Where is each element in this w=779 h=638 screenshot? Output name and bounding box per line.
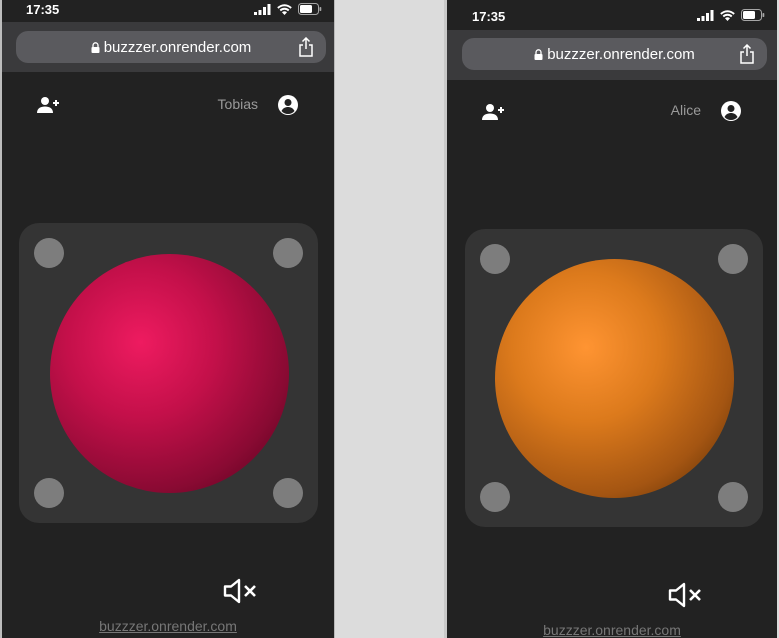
share-icon[interactable] xyxy=(739,43,755,68)
battery-icon xyxy=(298,3,322,18)
status-icons xyxy=(697,9,765,24)
wifi-icon xyxy=(720,9,735,24)
browser-chrome: buzzzer.onrender.com xyxy=(447,30,777,80)
address-bar[interactable]: buzzzer.onrender.com xyxy=(462,38,767,70)
panel-screw xyxy=(273,238,303,268)
browser-chrome: buzzzer.onrender.com xyxy=(2,22,334,72)
volume-off-icon[interactable] xyxy=(667,582,705,613)
phone-screen-tobias: 17:35 buzzzer.onrender.com Tobias buzzze… xyxy=(2,0,334,638)
status-time: 17:35 xyxy=(472,9,506,24)
app-header: Alice xyxy=(447,94,777,128)
url-text: buzzzer.onrender.com xyxy=(547,45,695,63)
panel-screw xyxy=(273,478,303,508)
buzzer-button[interactable] xyxy=(50,254,289,493)
phone-screen-alice: 17:35 buzzzer.onrender.com Alice buzzzer… xyxy=(447,0,777,638)
address-bar[interactable]: buzzzer.onrender.com xyxy=(16,31,326,63)
wifi-icon xyxy=(277,3,292,18)
account-circle-icon[interactable] xyxy=(276,93,300,122)
buzzer-button[interactable] xyxy=(495,259,734,498)
battery-icon xyxy=(741,9,765,24)
footer-link[interactable]: buzzzer.onrender.com xyxy=(2,618,334,634)
add-user-icon[interactable] xyxy=(36,93,60,122)
panel-screw xyxy=(718,482,748,512)
status-bar: 17:35 xyxy=(447,0,777,26)
panel-screw xyxy=(480,482,510,512)
panel-screw xyxy=(34,238,64,268)
panel-screw xyxy=(480,244,510,274)
share-icon[interactable] xyxy=(298,36,314,61)
buzzer-panel xyxy=(19,223,318,523)
status-icons xyxy=(254,3,322,18)
panel-screw xyxy=(718,244,748,274)
window-divider xyxy=(334,0,335,638)
footer-link[interactable]: buzzzer.onrender.com xyxy=(447,622,777,638)
signal-icon xyxy=(697,9,714,24)
account-circle-icon[interactable] xyxy=(719,99,743,128)
signal-icon xyxy=(254,3,271,18)
add-user-icon[interactable] xyxy=(481,100,505,129)
username-label: Tobias xyxy=(217,96,258,112)
username-label: Alice xyxy=(670,102,701,118)
panel-screw xyxy=(34,478,64,508)
volume-off-icon[interactable] xyxy=(222,578,260,609)
lock-icon xyxy=(91,41,100,53)
status-time: 17:35 xyxy=(26,2,60,17)
app-header: Tobias xyxy=(2,88,334,122)
buzzer-panel xyxy=(465,229,763,527)
url-text: buzzzer.onrender.com xyxy=(103,38,252,56)
lock-icon xyxy=(534,48,543,60)
